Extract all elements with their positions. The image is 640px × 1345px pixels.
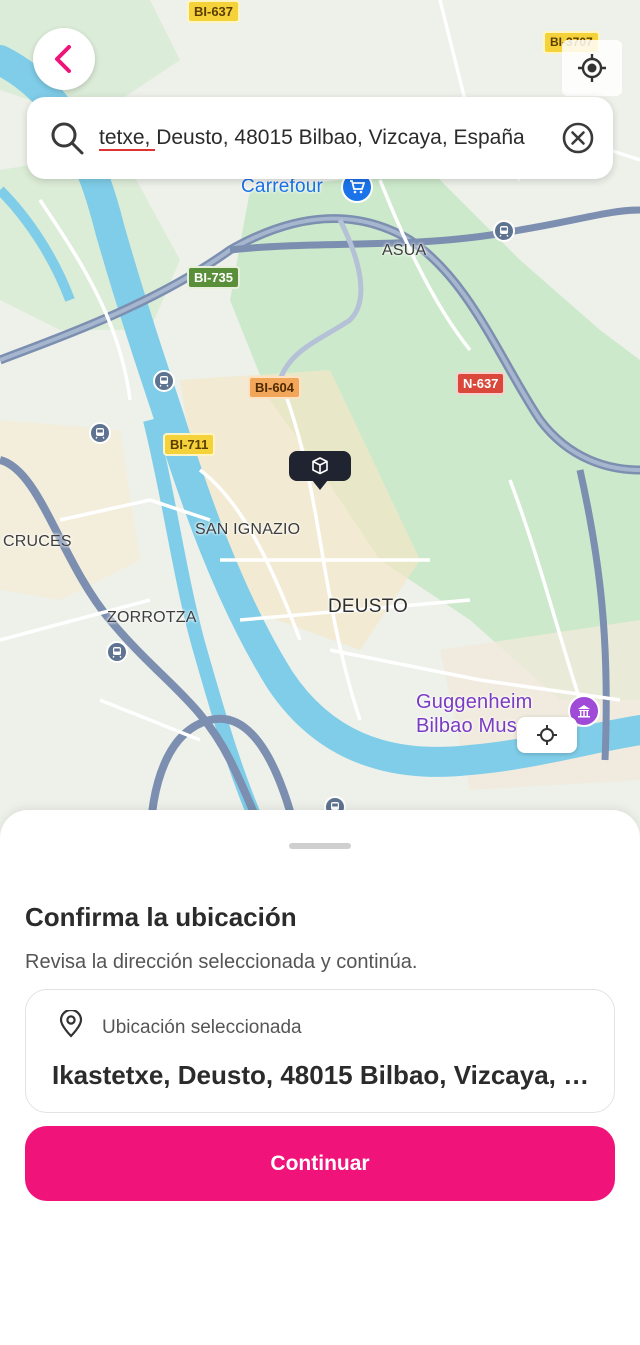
map-label-cruces: CRUCES: [3, 533, 72, 550]
map-label-zorrotza: ZORROTZA: [107, 609, 197, 626]
map-label-guggenheim-line2: Bilbao Mus: [416, 715, 517, 737]
sheet-title: Confirma la ubicación: [25, 902, 297, 932]
road-shield-bi637: BI-637: [187, 0, 241, 23]
search-icon[interactable]: [49, 120, 85, 156]
map-label-carrefour[interactable]: Carrefour: [241, 176, 323, 198]
my-location-button[interactable]: [562, 40, 622, 96]
map-label-san-ignazio: SAN IGNAZIO: [195, 521, 301, 538]
selected-location-pin[interactable]: [289, 451, 351, 490]
location-address: Ikastetxe, Deusto, 48015 Bilbao, Vizcaya…: [52, 1060, 592, 1090]
sheet-drag-handle[interactable]: [289, 843, 351, 849]
search-input-value: tetxe, Deusto, 48015 Bilbao, Vizcaya, Es…: [99, 126, 525, 149]
road-shield-bi604: BI-604: [248, 376, 302, 399]
map-label-guggenheim[interactable]: Guggenheim Bilbao Mus: [416, 690, 533, 738]
my-location-icon: [578, 54, 606, 82]
road-shield-n637: N-637: [456, 372, 506, 395]
map-label-deusto: DEUSTO: [328, 596, 409, 617]
chevron-left-icon: [55, 45, 71, 73]
train-station-icon[interactable]: [106, 641, 128, 663]
spellcheck-underline: [99, 148, 155, 151]
confirm-location-sheet: Confirma la ubicación Revisa la direcció…: [0, 810, 640, 1345]
map-label-asua: ASUA: [382, 242, 427, 259]
train-station-icon[interactable]: [493, 220, 515, 242]
clear-icon[interactable]: [561, 121, 595, 155]
package-icon: [312, 457, 328, 475]
train-station-icon[interactable]: [89, 422, 111, 444]
continue-button[interactable]: Continuar: [25, 1126, 615, 1201]
crosshair-icon: [537, 725, 557, 745]
search-input[interactable]: tetxe, Deusto, 48015 Bilbao, Vizcaya, Es…: [99, 123, 561, 153]
road-shield-bi735: BI-735: [187, 266, 241, 289]
back-button[interactable]: [33, 28, 95, 90]
location-label: Ubicación seleccionada: [102, 1017, 302, 1038]
location-pin-icon: [59, 1010, 83, 1038]
road-shield-bi711: BI-711: [163, 433, 216, 456]
recenter-button[interactable]: [517, 717, 577, 753]
map-label-guggenheim-line1: Guggenheim: [416, 691, 533, 713]
search-bar[interactable]: tetxe, Deusto, 48015 Bilbao, Vizcaya, Es…: [27, 97, 613, 179]
train-station-icon[interactable]: [153, 370, 175, 392]
sheet-subtitle: Revisa la dirección seleccionada y conti…: [25, 951, 418, 973]
selected-location-card: Ubicación seleccionada Ikastetxe, Deusto…: [25, 989, 615, 1113]
